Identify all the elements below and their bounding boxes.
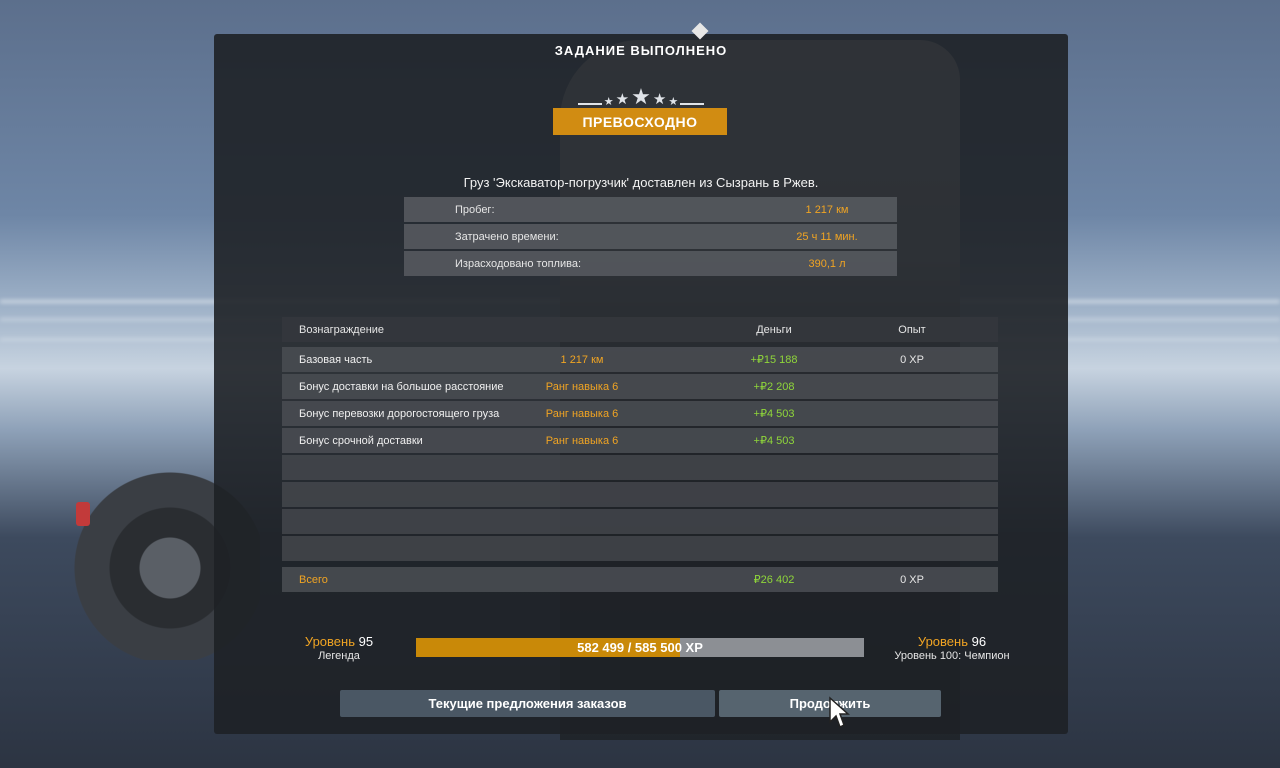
delivery-stats: Пробег: 1 217 км Затрачено времени: 25 ч… — [404, 197, 897, 278]
rewards-table: Вознаграждение Деньги Опыт Базовая часть… — [282, 317, 998, 594]
star-icon: ★ — [652, 91, 667, 108]
total-money: ₽26 402 — [753, 574, 795, 586]
reward-name: Базовая часть — [299, 353, 373, 366]
star-divider-right — [680, 103, 705, 105]
background-tail-light — [76, 502, 90, 526]
table-row-empty — [282, 455, 998, 480]
star-icon: ★ — [615, 91, 630, 108]
header-xp: Опыт — [898, 323, 926, 336]
reward-xp: 0 XP — [900, 353, 924, 366]
reward-name: Бонус перевозки дорогостоящего груза — [299, 407, 500, 420]
reward-name: Бонус срочной доставки — [299, 434, 423, 447]
reward-name: Бонус доставки на большое расстояние — [299, 380, 504, 393]
mouse-cursor-icon — [829, 696, 850, 729]
table-row-empty — [282, 536, 998, 561]
reward-money: +₽2 208 — [753, 381, 795, 393]
stat-row-distance: Пробег: 1 217 км — [404, 197, 897, 222]
reward-detail: 1 217 км — [560, 353, 604, 366]
job-offers-button[interactable]: Текущие предложения заказов — [340, 690, 715, 717]
star-icon: ★ — [631, 84, 651, 109]
stat-label: Израсходовано топлива: — [455, 257, 582, 270]
table-row: Бонус перевозки дорогостоящего груза Ран… — [282, 401, 998, 426]
level-word: Уровень — [917, 634, 968, 649]
table-row: Базовая часть 1 217 км +₽15 188 0 XP — [282, 347, 998, 372]
rating-badge: ПРЕВОСХОДНО — [553, 108, 727, 135]
table-row-empty — [282, 509, 998, 534]
page-title: ЗАДАНИЕ ВЫПОЛНЕНО — [554, 43, 728, 58]
header-money: Деньги — [756, 323, 792, 336]
total-xp: 0 XP — [900, 573, 924, 586]
rewards-total-row: Всего ₽26 402 0 XP — [282, 567, 998, 592]
stat-value: 25 ч 11 мин. — [796, 230, 858, 243]
level-note: Уровень 100: Чемпион — [894, 650, 1010, 662]
current-level: Уровень 95 Легенда — [284, 634, 394, 662]
level-number: 96 — [971, 634, 987, 649]
stat-row-fuel: Израсходовано топлива: 390,1 л — [404, 251, 897, 276]
rewards-header: Вознаграждение Деньги Опыт — [282, 317, 998, 342]
table-row-empty — [282, 482, 998, 507]
reward-money: +₽4 503 — [753, 408, 795, 420]
stat-value: 390,1 л — [808, 257, 846, 270]
table-row: Бонус срочной доставки Ранг навыка 6 +₽4… — [282, 428, 998, 453]
reward-money: +₽15 188 — [750, 354, 798, 366]
total-label: Всего — [299, 573, 328, 586]
table-row: Бонус доставки на большое расстояние Ран… — [282, 374, 998, 399]
reward-detail: Ранг навыка 6 — [545, 434, 619, 447]
star-icon: ★ — [668, 96, 679, 108]
level-title: Легенда — [318, 650, 360, 662]
level-word: Уровень — [304, 634, 355, 649]
header-reward: Вознаграждение — [299, 323, 385, 336]
stat-value: 1 217 км — [805, 203, 849, 216]
reward-money: +₽4 503 — [753, 435, 795, 447]
panel-notch-icon — [691, 22, 709, 40]
stat-label: Пробег: — [455, 203, 495, 216]
reward-detail: Ранг навыка 6 — [545, 407, 619, 420]
reward-detail: Ранг навыка 6 — [545, 380, 619, 393]
level-number: 95 — [358, 634, 374, 649]
cargo-description: Груз 'Экскаватор-погрузчик' доставлен из… — [463, 175, 819, 190]
job-complete-panel: ЗАДАНИЕ ВЫПОЛНЕНО ★ ★ ★ ★ ★ ПРЕВОСХОДНО … — [214, 22, 1068, 734]
star-divider-left — [577, 103, 602, 105]
star-icon: ★ — [603, 96, 614, 108]
stat-label: Затрачено времени: — [455, 230, 559, 243]
xp-progress-bar: 582 499 / 585 500 XP — [416, 638, 864, 657]
next-level: Уровень 96 Уровень 100: Чемпион — [882, 634, 1022, 662]
xp-progress-text: 582 499 / 585 500 XP — [577, 640, 703, 655]
rating-stars: ★ ★ ★ ★ ★ — [574, 84, 708, 108]
stat-row-time: Затрачено времени: 25 ч 11 мин. — [404, 224, 897, 249]
